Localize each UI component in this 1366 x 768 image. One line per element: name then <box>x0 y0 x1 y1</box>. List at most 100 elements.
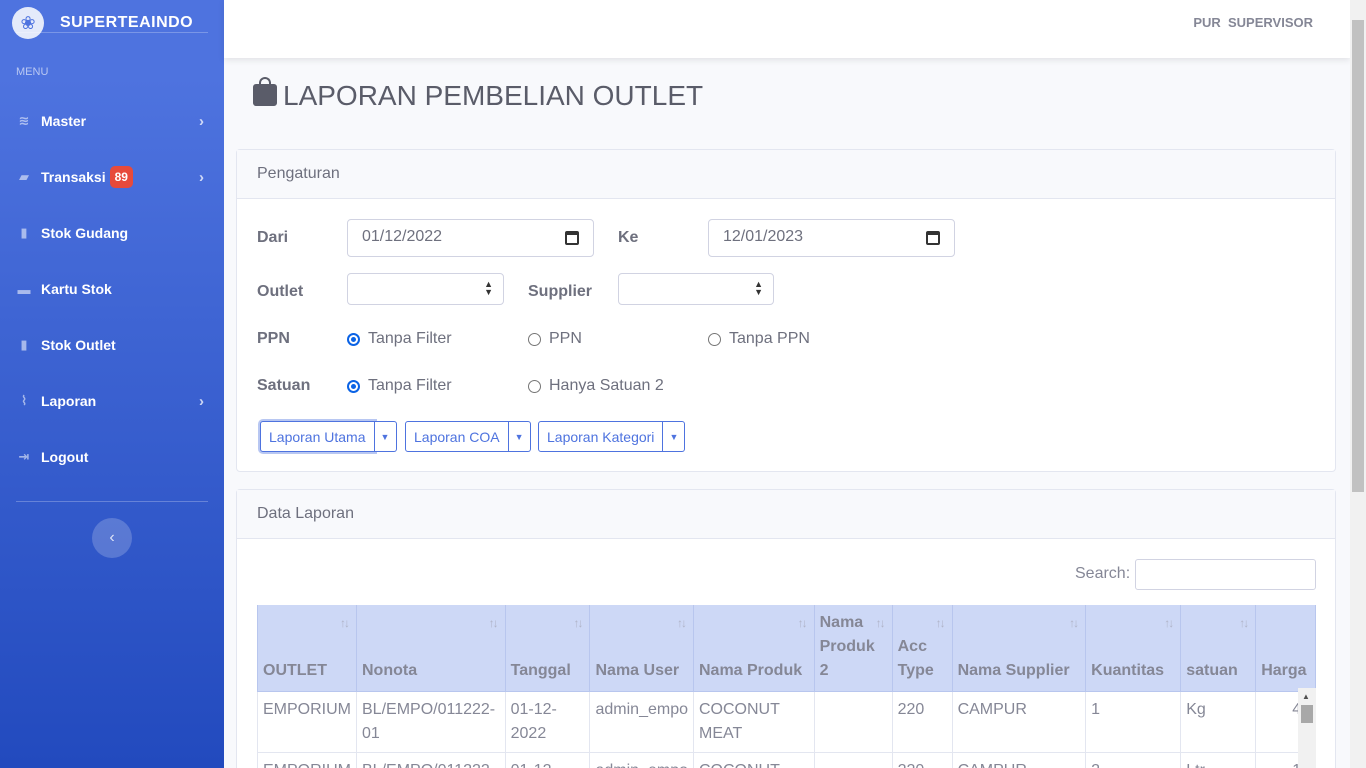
sidebar-toggle-button[interactable]: ‹ <box>92 518 132 558</box>
table-cell: Kg <box>1180 691 1257 753</box>
radio-label: Tanpa Filter <box>368 330 452 347</box>
column-header-label: OUTLET <box>263 662 327 679</box>
notification-badge: 89 <box>109 166 133 188</box>
table-cell: Ltr <box>1180 752 1257 768</box>
sidebar-item-kartu-stok[interactable]: ▬ Kartu Stok <box>0 269 224 309</box>
table-header-row: ↑↓ OUTLET ↑↓ Nonota ↑↓ Tanggal ↑↓ Nama User … <box>257 605 1316 692</box>
table-cell: BL/EMPO/011222- <box>356 752 506 768</box>
ke-label: Ke <box>618 229 639 246</box>
search-input[interactable] <box>1135 559 1316 590</box>
column-header-satuan[interactable]: ↑↓ satuan <box>1180 605 1257 692</box>
column-header-nama-produk[interactable]: ↑↓ Nama Produk <box>692 605 815 692</box>
ke-date-input[interactable]: 12/01/2023 <box>708 219 955 257</box>
radio-unchecked[interactable] <box>528 379 541 393</box>
outlet-select[interactable]: ▲ ▼ <box>347 273 504 305</box>
radio-checked[interactable] <box>347 332 360 346</box>
caret-down-icon[interactable]: ▼ <box>508 421 531 452</box>
sidebar-item-label: Laporan <box>41 393 97 409</box>
sidebar-item-stok-gudang[interactable]: ▮ Stok Gudang <box>0 213 224 253</box>
calendar-icon[interactable] <box>926 231 940 245</box>
sidebar-item-stok-outlet[interactable]: ▮ Stok Outlet <box>0 325 224 365</box>
table-cell: admin_empo <box>589 691 694 753</box>
scroll-up-arrow-icon[interactable]: ▲ <box>1302 692 1310 701</box>
sidebar-item-label: Transaksi <box>41 169 106 185</box>
table-cell: 01-12- <box>504 752 591 768</box>
shopping-bag-icon <box>253 77 277 106</box>
caret-down-icon[interactable]: ▼ <box>663 421 686 452</box>
sidebar: ❀ SUPERTEAINDO MENU ≋ Master › ▰ Transak… <box>0 0 224 768</box>
table-row: EMPORIUM BL/EMPO/011222-01 01-12-2022 ad… <box>257 691 1316 753</box>
column-header-label: Nama Produk <box>698 662 803 679</box>
laporan-utama-button[interactable]: Laporan Utama <box>260 421 375 452</box>
database-icon: ≋ <box>18 113 30 128</box>
sort-icon: ↑↓ <box>1164 616 1174 630</box>
column-header-nonota[interactable]: ↑↓ Nonota <box>356 605 506 692</box>
sidebar-item-transaksi[interactable]: ▰ Transaksi 89 › <box>0 157 224 197</box>
laporan-coa-button[interactable]: Laporan COA <box>405 421 509 452</box>
ppn-radio-tanpa-ppn[interactable]: Tanpa PPN <box>708 330 810 348</box>
sort-icon: ↑↓ <box>797 616 808 630</box>
column-header-nama-supplier[interactable]: ↑↓ Nama Supplier <box>951 605 1087 692</box>
calendar-icon[interactable] <box>565 231 579 245</box>
column-header-tanggal[interactable]: ↑↓ Tanggal <box>504 605 591 692</box>
dari-date-value: 01/12/2022 <box>362 228 443 245</box>
chevron-right-icon: › <box>199 392 204 410</box>
chevron-left-icon: ‹ <box>109 529 115 546</box>
table-cell <box>813 752 893 768</box>
sort-icon: ↑↓ <box>676 616 687 630</box>
column-header-nama-produk-2[interactable]: ↑↓ Nama Produk 2 <box>813 605 893 692</box>
settings-card: Pengaturan <box>236 149 1336 472</box>
radio-checked[interactable] <box>347 379 360 393</box>
supplier-select[interactable]: ▲ ▼ <box>618 273 774 305</box>
sidebar-item-laporan[interactable]: ⌇ Laporan › <box>0 381 224 421</box>
radio-unchecked[interactable] <box>528 332 541 346</box>
dari-date-input[interactable]: 01/12/2022 <box>347 219 594 257</box>
sidebar-divider <box>16 501 208 502</box>
table-scrollbar[interactable]: ▲ <box>1298 688 1316 768</box>
page-title: LAPORAN PEMBELIAN OUTLET <box>253 77 703 112</box>
sort-icon: ↑↓ <box>875 616 886 630</box>
page-scrollbar-thumb[interactable] <box>1352 20 1364 492</box>
radio-unchecked[interactable] <box>708 332 721 346</box>
ke-date-value: 12/01/2023 <box>723 228 804 245</box>
column-header-label: Harga <box>1261 662 1307 679</box>
satuan-radio-hanya-satuan-2[interactable]: Hanya Satuan 2 <box>528 377 664 395</box>
table-row: EMPORIUM BL/EMPO/011222- 01-12- admin_em… <box>257 752 1316 768</box>
user-menu[interactable]: PUR SUPERVISOR <box>1193 15 1313 30</box>
ppn-radio-ppn[interactable]: PPN <box>528 330 582 348</box>
sort-icon: ↑↓ <box>340 616 350 630</box>
column-header-label: Nama Supplier <box>957 662 1070 679</box>
brand-name: SUPERTEAINDO <box>60 14 194 31</box>
sign-out-icon: ⇥ <box>18 449 30 464</box>
column-header-label: Nama User <box>595 662 680 679</box>
table-cell: EMPORIUM <box>257 752 357 768</box>
sort-icon: ↑↓ <box>1239 616 1249 630</box>
laporan-kategori-button[interactable]: Laporan Kategori <box>538 421 664 452</box>
scrollbar-thumb[interactable] <box>1301 705 1313 723</box>
satuan-radio-tanpa-filter[interactable]: Tanpa Filter <box>347 377 452 395</box>
brand-logo-icon: ❀ <box>12 7 44 39</box>
table-cell <box>813 691 893 753</box>
sidebar-item-master[interactable]: ≋ Master › <box>0 101 224 141</box>
table-cell: admin_empo <box>589 752 694 768</box>
column-header-kuantitas[interactable]: ↑↓ Kuantitas <box>1085 605 1182 692</box>
page-scrollbar[interactable] <box>1350 0 1366 768</box>
caret-down-icon[interactable]: ▼ <box>374 421 397 452</box>
data-laporan-card-header: Data Laporan <box>237 490 1335 539</box>
column-header-label: Kuantitas <box>1091 662 1165 679</box>
menu-heading: MENU <box>16 66 49 78</box>
chevron-right-icon: › <box>199 168 204 186</box>
sort-icon: ↑↓ <box>935 616 946 630</box>
satuan-label: Satuan <box>257 377 311 394</box>
sort-icon: ↑↓ <box>573 616 583 630</box>
outlet-label: Outlet <box>257 283 304 300</box>
chart-line-icon: ⌇ <box>20 393 28 408</box>
column-header-nama-user[interactable]: ↑↓ Nama User <box>589 605 694 692</box>
column-header-harga[interactable]: Harga <box>1255 605 1316 692</box>
sidebar-item-label: Master <box>41 113 87 129</box>
column-header-outlet[interactable]: ↑↓ OUTLET <box>257 605 357 692</box>
column-header-acc-type[interactable]: ↑↓ Acc Type <box>891 605 953 692</box>
sidebar-item-logout[interactable]: ⇥ Logout <box>0 437 224 477</box>
ppn-radio-tanpa-filter[interactable]: Tanpa Filter <box>347 330 452 348</box>
laporan-coa-button-group: Laporan COA ▼ <box>405 421 531 452</box>
